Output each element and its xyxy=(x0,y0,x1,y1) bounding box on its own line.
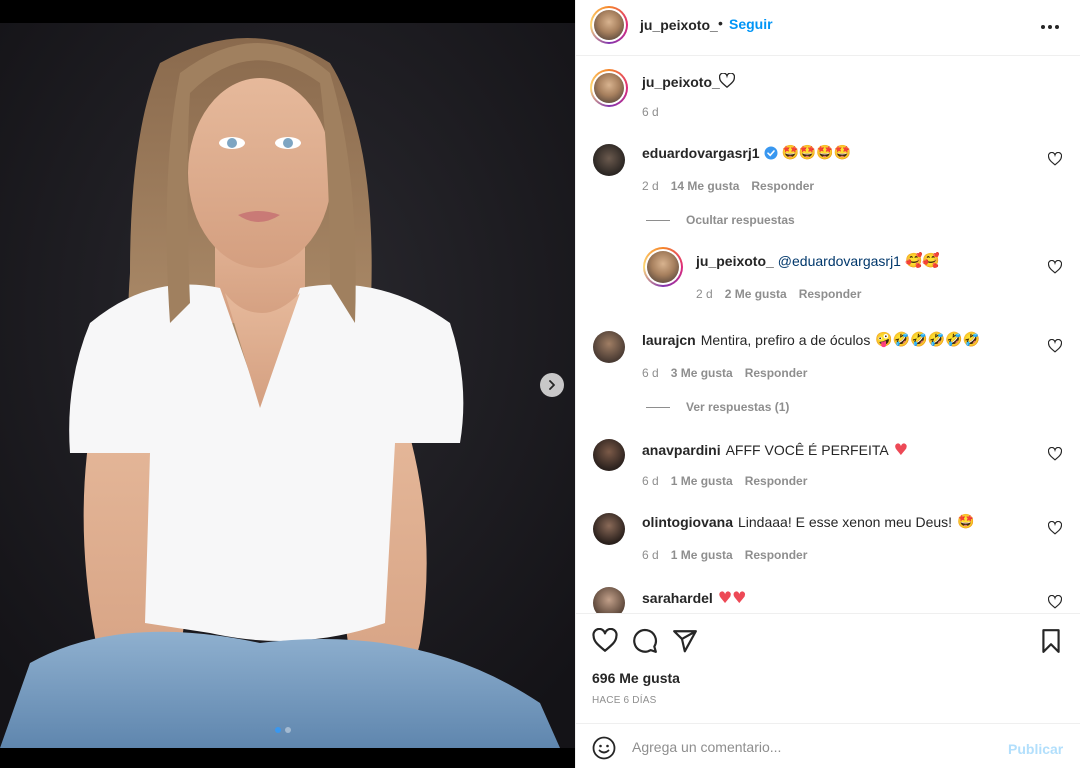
comment-like-icon[interactable] xyxy=(1048,521,1062,535)
carousel-next-button[interactable] xyxy=(540,373,564,397)
comment-meta: 6 d 3 Me gusta Responder xyxy=(642,366,807,380)
comment-row: olintogiovana Lindaaa! E esse xenon meu … xyxy=(642,514,974,530)
commenter-avatar[interactable] xyxy=(593,144,625,176)
comment-meta: 6 d 1 Me gusta Responder xyxy=(642,548,807,562)
comment-row: eduardovargasrj1 🤩🤩🤩🤩 xyxy=(642,145,851,161)
reply-mention-link[interactable]: @eduardovargasrj1 xyxy=(778,253,901,269)
caption-username[interactable]: ju_peixoto_ xyxy=(642,74,720,90)
reply-row: ju_peixoto_ @eduardovargasrj1 🥰🥰 xyxy=(696,253,940,269)
comment-time: 6 d xyxy=(642,548,659,562)
post-date: HACE 6 DÍAS xyxy=(592,695,657,706)
post-details-panel: ju_peixoto_ • Seguir ju_peixoto_ 6 d edu… xyxy=(575,0,1080,768)
follow-button[interactable]: Seguir xyxy=(729,16,773,32)
comment-text: Lindaaa! E esse xenon meu Deus! xyxy=(738,514,953,530)
chevron-right-icon xyxy=(549,380,555,390)
comment-time: 6 d xyxy=(642,474,659,488)
comment-username[interactable]: eduardovargasrj1 xyxy=(642,145,760,161)
comment-meta: 6 d 1 Me gusta Responder xyxy=(642,474,807,488)
comment-like-icon[interactable] xyxy=(1048,339,1062,353)
carousel-dot xyxy=(275,727,281,733)
comment-input[interactable] xyxy=(632,736,992,758)
author-username[interactable]: ju_peixoto_ xyxy=(640,17,718,33)
comment-emoji: ♥ xyxy=(893,440,909,459)
save-bookmark-icon[interactable] xyxy=(1038,628,1064,654)
comment-reply-button[interactable]: Responder xyxy=(745,474,808,488)
commenter-avatar[interactable] xyxy=(593,439,625,471)
comment-row: anavpardini AFFF VOCÊ É PERFEITA ♥ xyxy=(642,440,908,459)
reply-meta: 2 d 2 Me gusta Responder xyxy=(696,287,861,301)
comment-likes[interactable]: 1 Me gusta xyxy=(671,474,733,488)
comment-meta: 2 d 14 Me gusta Responder xyxy=(642,179,814,193)
comment-username[interactable]: olintogiovana xyxy=(642,514,733,530)
author-avatar[interactable] xyxy=(590,6,628,44)
reply-time: 2 d xyxy=(696,287,713,301)
commenter-avatar[interactable] xyxy=(593,587,625,613)
heart-outline-icon[interactable] xyxy=(719,73,735,88)
carousel-indicator xyxy=(275,727,291,733)
verified-badge-icon xyxy=(764,146,777,160)
comment-username[interactable]: anavpardini xyxy=(642,442,721,458)
comment-bubble-icon[interactable] xyxy=(632,628,658,654)
caption-time: 6 d xyxy=(642,105,659,119)
share-paper-plane-icon[interactable] xyxy=(672,628,698,654)
post-likes-count[interactable]: 696 Me gusta xyxy=(592,670,680,686)
view-replies-label: Ver respuestas (1) xyxy=(686,400,790,414)
post-media-panel xyxy=(0,0,575,768)
reply-emoji: 🥰🥰 xyxy=(904,253,940,269)
comment-username[interactable]: sarahardel xyxy=(642,590,713,606)
commenter-avatar[interactable] xyxy=(593,331,625,363)
comment-row: laurajcn Mentira, prefiro a de óculos 🤪🤣… xyxy=(642,332,980,348)
view-replies-toggle[interactable]: Ver respuestas (1) xyxy=(646,400,789,414)
post-actions: 696 Me gusta HACE 6 DÍAS xyxy=(576,613,1080,723)
comment-like-icon[interactable] xyxy=(1048,152,1062,166)
post-header: ju_peixoto_ • Seguir xyxy=(576,0,1080,56)
carousel-dot xyxy=(285,727,291,733)
like-heart-icon[interactable] xyxy=(592,628,618,654)
reply-username[interactable]: ju_peixoto_ xyxy=(696,253,774,269)
post-photo-illustration xyxy=(0,23,575,748)
reply-like-icon[interactable] xyxy=(1048,260,1062,274)
comment-emoji: ♥♥ xyxy=(717,588,747,607)
header-separator: • xyxy=(718,15,723,31)
comment-text: Mentira, prefiro a de óculos xyxy=(700,332,871,348)
comment-likes[interactable]: 1 Me gusta xyxy=(671,548,733,562)
reply-likes[interactable]: 2 Me gusta xyxy=(725,287,787,301)
comment-like-icon[interactable] xyxy=(1048,595,1062,609)
reply-reply-button[interactable]: Responder xyxy=(799,287,862,301)
reply-author-avatar[interactable] xyxy=(643,247,683,287)
more-horizontal-icon[interactable] xyxy=(1038,15,1062,39)
comment-reply-button[interactable]: Responder xyxy=(751,179,814,193)
hide-replies-toggle[interactable]: Ocultar respuestas xyxy=(646,213,795,227)
comment-time: 6 d xyxy=(642,366,659,380)
comment-like-icon[interactable] xyxy=(1048,447,1062,461)
comment-row: sarahardel ♥♥ xyxy=(642,588,747,607)
comment-time: 2 d xyxy=(642,179,659,193)
comment-emoji: 🤩🤩🤩🤩 xyxy=(781,145,852,161)
comment-text: AFFF VOCÊ É PERFEITA xyxy=(725,441,889,458)
comment-reply-button[interactable]: Responder xyxy=(745,366,808,380)
comment-username[interactable]: laurajcn xyxy=(642,332,696,348)
comments-list: ju_peixoto_ 6 d eduardovargasrj1 🤩🤩🤩🤩 2 … xyxy=(576,57,1080,613)
comment-likes[interactable]: 14 Me gusta xyxy=(671,179,740,193)
hide-replies-label: Ocultar respuestas xyxy=(686,213,795,227)
commenter-avatar[interactable] xyxy=(593,513,625,545)
emoji-picker-icon[interactable] xyxy=(592,736,616,760)
comment-likes[interactable]: 3 Me gusta xyxy=(671,366,733,380)
publish-button[interactable]: Publicar xyxy=(1008,741,1063,757)
add-comment-bar: Publicar xyxy=(576,723,1080,768)
comment-emoji: 🤩 xyxy=(957,514,975,530)
comment-reply-button[interactable]: Responder xyxy=(745,548,808,562)
comment-emoji: 🤪🤣🤣🤣🤣🤣 xyxy=(875,332,980,348)
caption-author-avatar[interactable] xyxy=(590,69,628,107)
post-photo[interactable] xyxy=(0,23,575,748)
